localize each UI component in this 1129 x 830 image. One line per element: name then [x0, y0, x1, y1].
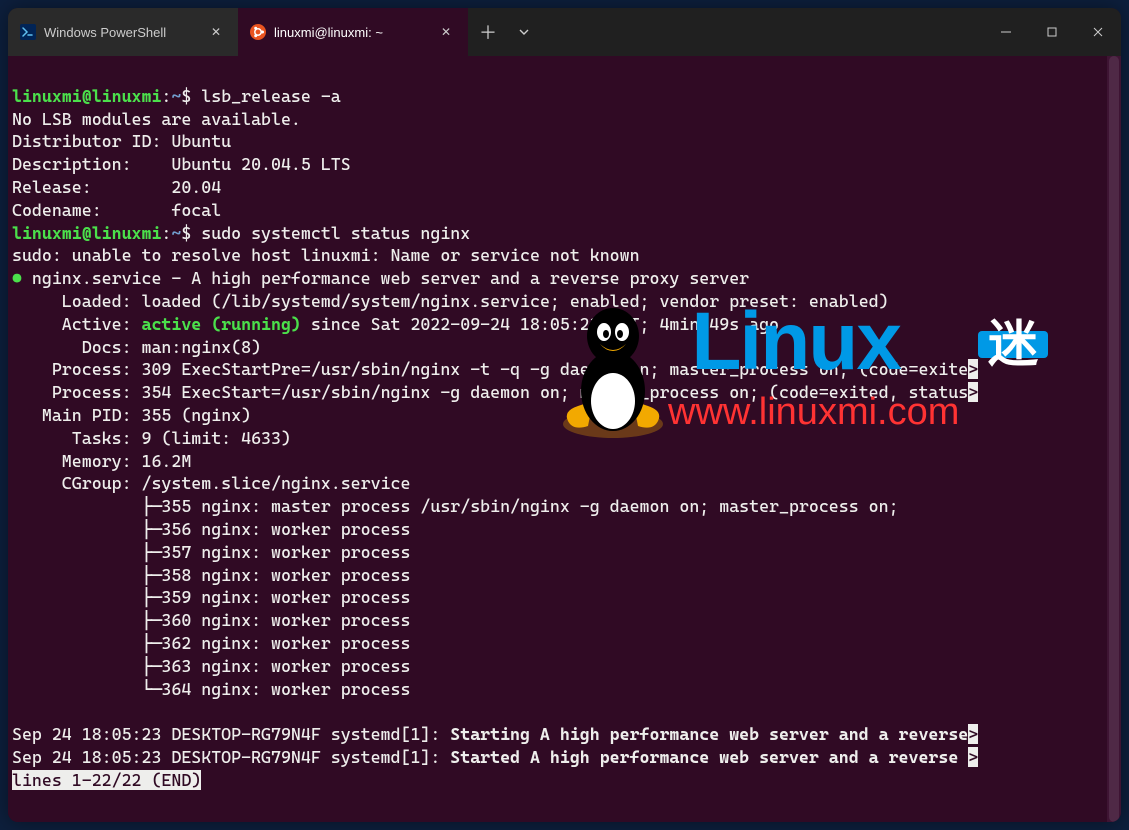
- watermark-url: www.linuxmi.com: [668, 401, 959, 424]
- scrollbar-thumb[interactable]: [1109, 56, 1119, 822]
- tab-title: linuxmi@linuxmi: ~: [274, 25, 428, 40]
- cgroup-line: ├─359 nginx: worker process: [12, 587, 410, 607]
- prompt-userhost: linuxmi@linuxmi: [12, 86, 161, 106]
- tab-ubuntu[interactable]: linuxmi@linuxmi: ~ ✕: [238, 8, 468, 56]
- tab-dropdown-button[interactable]: [508, 8, 540, 56]
- output-line: Distributor ID: Ubuntu: [12, 131, 231, 151]
- output-line: Docs: man:nginx(8): [12, 337, 261, 357]
- status-bullet-icon: ●: [12, 268, 32, 288]
- cgroup-line: ├─357 nginx: worker process: [12, 542, 410, 562]
- log-line: Sep 24 18:05:23 DESKTOP-RG79N4F systemd[…: [12, 724, 978, 744]
- watermark-text: Linux: [663, 308, 900, 398]
- prompt-line: linuxmi@linuxmi:~$ sudo systemctl status…: [12, 223, 470, 243]
- cgroup-line: ├─362 nginx: worker process: [12, 633, 410, 653]
- close-icon[interactable]: ✕: [436, 22, 456, 42]
- prompt-path: ~: [171, 223, 181, 243]
- minimize-button[interactable]: [983, 8, 1029, 56]
- cgroup-line: ├─360 nginx: worker process: [12, 610, 410, 630]
- ubuntu-icon: [250, 24, 266, 40]
- terminal-window: Windows PowerShell ✕ linuxmi@linuxmi: ~ …: [8, 8, 1121, 822]
- prompt-userhost: linuxmi@linuxmi: [12, 223, 161, 243]
- scrollbar[interactable]: [1107, 56, 1121, 822]
- command-text: sudo systemctl status nginx: [201, 223, 470, 243]
- output-line: Release: 20.04: [12, 177, 221, 197]
- log-line: Sep 24 18:05:23 DESKTOP-RG79N4F systemd[…: [12, 747, 978, 767]
- tab-strip: Windows PowerShell ✕ linuxmi@linuxmi: ~ …: [8, 8, 540, 56]
- pager-status: lines 1-22/22 (END): [12, 770, 201, 790]
- tab-title: Windows PowerShell: [44, 25, 198, 40]
- maximize-button[interactable]: [1029, 8, 1075, 56]
- prompt-path: ~: [171, 86, 181, 106]
- blank-line: [12, 701, 22, 721]
- prompt-line: linuxmi@linuxmi:~$ lsb_release -a: [12, 86, 341, 106]
- output-line: Description: Ubuntu 20.04.5 LTS: [12, 154, 351, 174]
- line-overflow-icon: >: [968, 359, 978, 379]
- output-line: Codename: focal: [12, 200, 221, 220]
- output-line: Memory: 16.2M: [12, 451, 191, 471]
- close-icon[interactable]: ✕: [206, 22, 226, 42]
- line-overflow-icon: >: [968, 724, 978, 744]
- line-overflow-icon: >: [968, 747, 978, 767]
- output-line: Tasks: 9 (limit: 4633): [12, 428, 291, 448]
- command-text: lsb_release -a: [201, 86, 340, 106]
- close-window-button[interactable]: [1075, 8, 1121, 56]
- line-overflow-icon: >: [968, 382, 978, 402]
- cgroup-line: ├─363 nginx: worker process: [12, 656, 410, 676]
- powershell-icon: [20, 24, 36, 40]
- terminal-body[interactable]: linuxmi@linuxmi:~$ lsb_release -a No LSB…: [8, 56, 1121, 822]
- new-tab-button[interactable]: ＋: [468, 8, 508, 56]
- output-line: sudo: unable to resolve host linuxmi: Na…: [12, 245, 640, 265]
- titlebar: Windows PowerShell ✕ linuxmi@linuxmi: ~ …: [8, 8, 1121, 56]
- output-line: CGroup: /system.slice/nginx.service: [12, 473, 410, 493]
- watermark-badge: 迷: [978, 331, 1048, 358]
- cgroup-line: └─364 nginx: worker process: [12, 679, 410, 699]
- cgroup-line: ├─355 nginx: master process /usr/sbin/ng…: [12, 496, 899, 516]
- service-header: ● nginx.service - A high performance web…: [12, 268, 749, 288]
- output-line: No LSB modules are available.: [12, 109, 301, 129]
- cgroup-line: ├─356 nginx: worker process: [12, 519, 410, 539]
- tab-powershell[interactable]: Windows PowerShell ✕: [8, 8, 238, 56]
- cgroup-line: ├─358 nginx: worker process: [12, 565, 410, 585]
- window-controls: [983, 8, 1121, 56]
- output-line: Main PID: 355 (nginx): [12, 405, 251, 425]
- active-status: active (running): [142, 314, 301, 334]
